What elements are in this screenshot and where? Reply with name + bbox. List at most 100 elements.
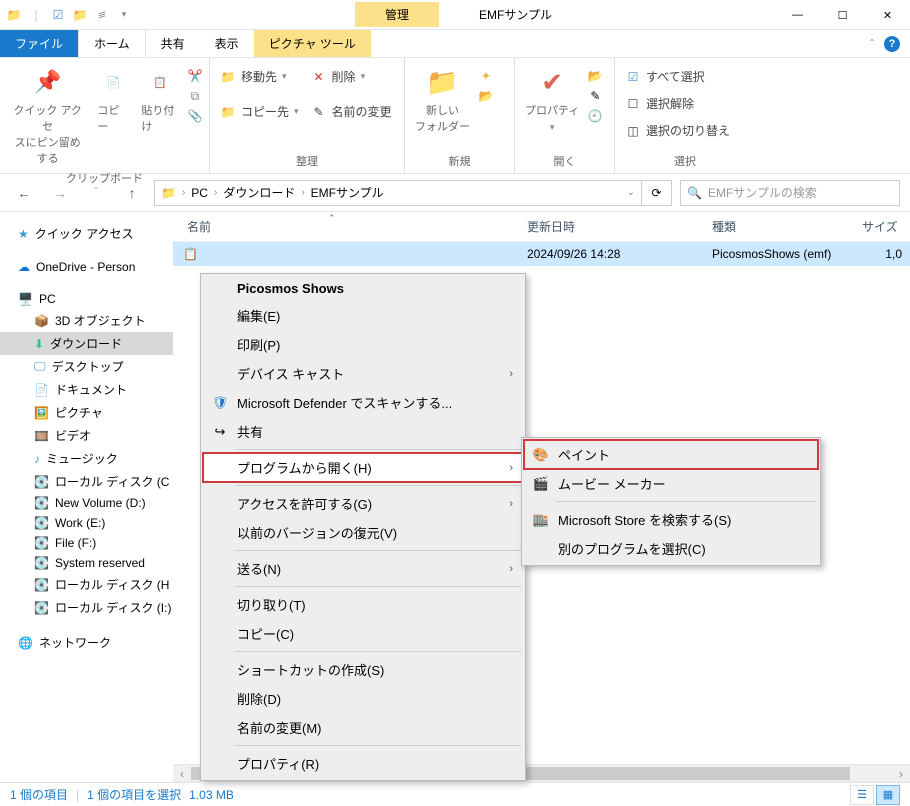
nav-downloads[interactable]: ⬇ダウンロード <box>0 332 173 355</box>
ctx-defender[interactable]: 🛡Microsoft Defender でスキャンする... <box>203 388 523 417</box>
ctx-properties[interactable]: プロパティ(R) <box>203 749 523 778</box>
ctx-open-default[interactable]: Picosmos Shows <box>203 276 523 301</box>
open-icon[interactable]: 📂 <box>587 68 603 84</box>
ctx-restore[interactable]: 以前のバージョンの復元(V) <box>203 518 523 547</box>
folder-small-icon[interactable]: 📁 <box>72 7 88 23</box>
move-to-button[interactable]: 📁移動先▾ <box>216 66 303 87</box>
rename-button[interactable]: ✎名前の変更 <box>307 101 396 122</box>
paste-shortcut-icon[interactable]: 📎 <box>187 108 203 124</box>
forward-button[interactable]: → <box>46 179 74 207</box>
tab-home[interactable]: ホーム <box>78 30 146 57</box>
select-none-button[interactable]: ☐選択解除 <box>621 93 734 114</box>
invert-selection-button[interactable]: ◫選択の切り替え <box>621 120 734 141</box>
ctx-copy[interactable]: コピー(C) <box>203 619 523 648</box>
nav-network[interactable]: 🌐ネットワーク <box>0 631 173 654</box>
up-button[interactable]: ↑ <box>118 179 146 207</box>
ctx-open-with[interactable]: プログラムから開く(H)› <box>203 453 523 482</box>
address-dropdown-icon[interactable]: ⌄ <box>627 187 635 198</box>
pin-quickaccess-button[interactable]: 📌クイック アクセ スにピン留めする <box>6 64 89 168</box>
history-icon[interactable]: 🕘 <box>587 108 603 124</box>
close-button[interactable]: ✕ <box>865 0 910 30</box>
nav-quick-access[interactable]: ★クイック アクセス <box>0 222 173 245</box>
nav-videos[interactable]: 🎞️ビデオ <box>0 424 173 447</box>
help-icon[interactable]: ? <box>884 36 900 52</box>
ribbon-collapse-icon[interactable]: ˆ <box>870 37 874 51</box>
sub-movie-maker[interactable]: 🎬ムービー メーカー <box>524 469 818 498</box>
chevron-right-icon[interactable]: › <box>214 187 217 198</box>
nav-3d-objects[interactable]: 📦3D オブジェクト <box>0 309 173 332</box>
chevron-right-icon[interactable]: › <box>182 187 185 198</box>
nav-music[interactable]: ♪ミュージック <box>0 447 173 470</box>
ctx-print[interactable]: 印刷(P) <box>203 330 523 359</box>
nav-onedrive[interactable]: ☁OneDrive - Person <box>0 257 173 277</box>
nav-disk-h[interactable]: 💽ローカル ディスク (H <box>0 573 173 596</box>
crumb-folder[interactable]: EMFサンプル <box>311 184 384 201</box>
nav-new-volume[interactable]: 💽New Volume (D:) <box>0 493 173 513</box>
tab-picture-tools[interactable]: ピクチャ ツール <box>254 30 371 57</box>
ctx-create-shortcut[interactable]: ショートカットの作成(S) <box>203 655 523 684</box>
address-box[interactable]: 📁 › PC › ダウンロード › EMFサンプル ⌄ <box>154 180 642 206</box>
separator <box>235 550 521 551</box>
nav-pictures[interactable]: 🖼️ピクチャ <box>0 401 173 424</box>
maximize-button[interactable]: ☐ <box>820 0 865 30</box>
check-icon[interactable]: ☑ <box>50 7 66 23</box>
chevron-right-icon[interactable]: › <box>301 187 304 198</box>
column-date[interactable]: 更新日時 <box>513 218 698 235</box>
cut-icon[interactable]: ✂️ <box>187 68 203 84</box>
copy-path-icon[interactable]: ⧉ <box>187 88 203 104</box>
column-name[interactable]: 名前⌃ <box>173 218 513 235</box>
manage-context-tab[interactable]: 管理 <box>355 2 439 27</box>
sub-paint[interactable]: 🎨ペイント <box>524 440 818 469</box>
qat-dropdown-icon[interactable]: ▾ <box>116 7 132 23</box>
nav-pc[interactable]: 🖥️PC <box>0 289 173 309</box>
nav-work-e[interactable]: 💽Work (E:) <box>0 513 173 533</box>
file-size: 1,0 <box>848 247 910 261</box>
tab-view[interactable]: 表示 <box>200 30 254 57</box>
details-view-button[interactable]: ☰ <box>850 785 874 805</box>
thumbnails-view-button[interactable]: ▦ <box>876 785 900 805</box>
nav-disk-c[interactable]: 💽ローカル ディスク (C <box>0 470 173 493</box>
ctx-give-access[interactable]: アクセスを許可する(G)› <box>203 489 523 518</box>
group-open-label: 開く <box>521 151 608 171</box>
sub-choose-app[interactable]: 別のプログラムを選択(C) <box>524 534 818 563</box>
scroll-left-icon[interactable]: ‹ <box>173 765 191 782</box>
ctx-rename[interactable]: 名前の変更(M) <box>203 713 523 742</box>
copy-to-button[interactable]: 📁コピー先▾ <box>216 101 303 122</box>
easy-access-icon[interactable]: 📂 <box>478 88 494 104</box>
ctx-device-cast[interactable]: デバイス キャスト› <box>203 359 523 388</box>
new-item-icon[interactable]: ✦ <box>478 68 494 84</box>
select-all-button[interactable]: ☑すべて選択 <box>621 66 734 87</box>
back-button[interactable]: ← <box>10 179 38 207</box>
ctx-edit[interactable]: 編集(E) <box>203 301 523 330</box>
search-box[interactable]: 🔍 EMFサンプルの検索 <box>680 180 900 206</box>
new-folder-button[interactable]: 📁新しい フォルダー <box>411 64 474 136</box>
eq-icon[interactable]: ꠵ <box>94 7 110 23</box>
tab-share[interactable]: 共有 <box>146 30 200 57</box>
crumb-downloads[interactable]: ダウンロード <box>223 184 295 201</box>
ctx-share[interactable]: ↪共有 <box>203 417 523 446</box>
scroll-right-icon[interactable]: › <box>892 765 910 782</box>
edit-icon[interactable]: ✎ <box>587 88 603 104</box>
properties-button[interactable]: ✔プロパティ▾ <box>521 64 583 135</box>
file-row[interactable]: 📋 2024/09/26 14:28 PicosmosShows (emf) 1… <box>173 242 910 266</box>
column-size[interactable]: サイズ <box>848 218 910 235</box>
ctx-delete[interactable]: 削除(D) <box>203 684 523 713</box>
tab-file[interactable]: ファイル <box>0 30 78 57</box>
delete-button[interactable]: ✕削除▾ <box>307 66 396 87</box>
minimize-button[interactable]: ― <box>775 0 820 30</box>
paste-button[interactable]: 📋貼り付け <box>137 64 183 136</box>
nav-file-f[interactable]: 💽File (F:) <box>0 533 173 553</box>
copy-button[interactable]: 📄コピー <box>93 64 133 136</box>
nav-documents[interactable]: 📄ドキュメント <box>0 378 173 401</box>
recent-dropdown[interactable]: ˇ <box>82 179 110 207</box>
ctx-send-to[interactable]: 送る(N)› <box>203 554 523 583</box>
sub-search-store[interactable]: 🏬Microsoft Store を検索する(S) <box>524 505 818 534</box>
ctx-cut[interactable]: 切り取り(T) <box>203 590 523 619</box>
nav-pane: ★クイック アクセス ☁OneDrive - Person 🖥️PC 📦3D オ… <box>0 212 173 782</box>
nav-disk-i[interactable]: 💽ローカル ディスク (I:) <box>0 596 173 619</box>
nav-system-reserved[interactable]: 💽System reserved <box>0 553 173 573</box>
nav-desktop[interactable]: 🖵デスクトップ <box>0 355 173 378</box>
column-type[interactable]: 種類 <box>698 218 848 235</box>
crumb-pc[interactable]: PC <box>191 186 208 200</box>
refresh-button[interactable]: ⟳ <box>642 180 672 206</box>
